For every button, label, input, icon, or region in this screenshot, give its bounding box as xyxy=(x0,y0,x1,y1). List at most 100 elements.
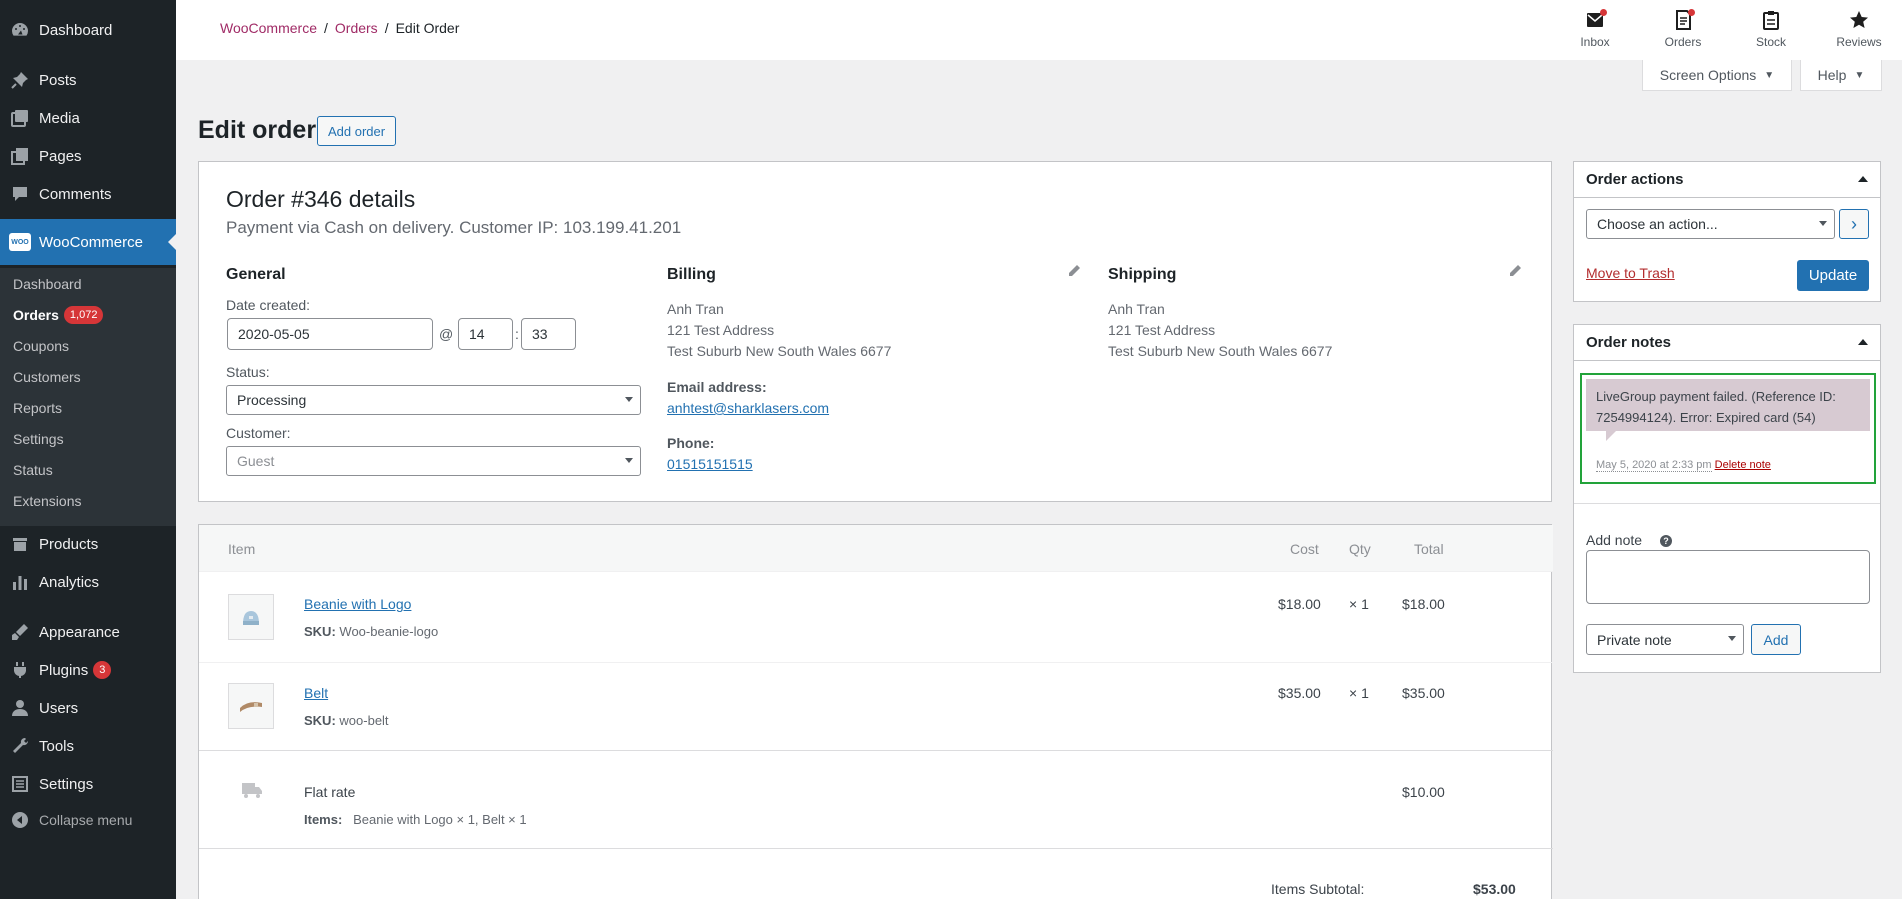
order-details-box: Order #346 details Payment via Cash on d… xyxy=(198,161,1552,502)
breadcrumb-current: Edit Order xyxy=(395,20,460,36)
customer-label: Customer: xyxy=(226,425,291,441)
breadcrumb-woocommerce[interactable]: WooCommerce xyxy=(220,20,317,36)
note-type-select[interactable]: Private note xyxy=(1586,624,1744,655)
status-label: Status: xyxy=(226,364,270,380)
customer-select[interactable]: Guest xyxy=(226,446,641,476)
phone-label: Phone: xyxy=(667,435,715,451)
date-created-label: Date created: xyxy=(226,297,311,313)
edit-shipping-pencil-icon[interactable] xyxy=(1508,264,1522,278)
submenu-item-dashboard[interactable]: Dashboard xyxy=(13,276,82,292)
item-name-link[interactable]: Beanie with Logo xyxy=(304,596,411,612)
colon-separator: : xyxy=(515,326,519,342)
shipping-address: Anh Tran 121 Test Address Test Suburb Ne… xyxy=(1108,301,1333,359)
shipping-total: $10.00 xyxy=(1402,784,1445,800)
breadcrumb-orders[interactable]: Orders xyxy=(335,20,378,36)
inbox-icon xyxy=(1560,9,1630,31)
pages-icon xyxy=(8,144,32,168)
activity-stock[interactable]: Stock xyxy=(1736,9,1806,49)
beanie-thumbnail xyxy=(228,594,274,640)
move-to-trash-link[interactable]: Move to Trash xyxy=(1586,265,1675,281)
email-link[interactable]: anhtest@sharklasers.com xyxy=(667,400,829,416)
products-icon xyxy=(8,532,32,556)
page-title: Edit order xyxy=(198,116,317,144)
menu-item-dashboard[interactable]: Dashboard xyxy=(0,13,176,47)
item-qty: × 1 xyxy=(1349,685,1369,701)
menu-item-plugins[interactable]: Plugins 3 xyxy=(0,653,176,687)
row-divider xyxy=(199,662,1553,663)
item-name-link[interactable]: Belt xyxy=(304,685,328,701)
chevron-down-icon xyxy=(625,397,633,402)
order-notes-header[interactable]: Order notes xyxy=(1574,325,1880,361)
minute-input[interactable]: 33 xyxy=(521,318,576,350)
activity-reviews[interactable]: Reviews xyxy=(1824,9,1894,49)
submenu-item-orders[interactable]: Orders 1,072 xyxy=(13,306,104,324)
orders-icon xyxy=(1648,9,1718,31)
activity-orders[interactable]: Orders xyxy=(1648,9,1718,49)
shipping-items: Items: Beanie with Logo × 1, Belt × 1 xyxy=(304,812,527,827)
add-note-textarea[interactable] xyxy=(1586,550,1870,604)
delete-note-link[interactable]: Delete note xyxy=(1715,459,1771,471)
menu-label: Posts xyxy=(39,71,77,89)
menu-item-pages[interactable]: Pages xyxy=(0,139,176,173)
menu-label: Comments xyxy=(39,185,112,203)
comments-icon xyxy=(8,182,32,206)
menu-item-tools[interactable]: Tools xyxy=(0,729,176,763)
item-sku: SKU: Woo-beanie-logo xyxy=(304,624,439,639)
phone-link[interactable]: 01515151515 xyxy=(667,456,753,472)
items-subtotal-value: $53.00 xyxy=(1473,881,1516,897)
date-created-input[interactable]: 2020-05-05 xyxy=(227,318,433,350)
collapse-icon xyxy=(8,808,32,832)
hour-input[interactable]: 14 xyxy=(458,318,513,350)
apply-action-button[interactable]: › xyxy=(1839,209,1869,239)
collapse-up-icon xyxy=(1858,176,1868,182)
edit-billing-pencil-icon[interactable] xyxy=(1067,264,1081,278)
item-sku: SKU: woo-belt xyxy=(304,713,389,728)
order-title: Order #346 details xyxy=(226,186,416,212)
collapse-menu-button[interactable]: Collapse menu xyxy=(0,803,176,837)
truck-icon xyxy=(241,781,263,799)
woocommerce-header: WooCommerce / Orders / Edit Order Inbox … xyxy=(176,0,1902,60)
users-icon xyxy=(8,696,32,720)
update-button[interactable]: Update xyxy=(1797,260,1869,291)
breadcrumb-separator: / xyxy=(324,20,328,36)
activity-inbox[interactable]: Inbox xyxy=(1560,9,1630,49)
plugins-icon xyxy=(8,658,32,682)
submenu-item-status[interactable]: Status xyxy=(13,462,53,478)
submenu-item-reports[interactable]: Reports xyxy=(13,400,62,416)
order-action-select[interactable]: Choose an action... xyxy=(1586,209,1835,239)
analytics-icon xyxy=(8,570,32,594)
menu-label: Pages xyxy=(39,147,82,165)
note-meta: May 5, 2020 at 2:33 pm Delete note xyxy=(1596,459,1771,472)
menu-item-users[interactable]: Users xyxy=(0,691,176,725)
chevron-down-icon xyxy=(625,458,633,463)
submenu-item-settings[interactable]: Settings xyxy=(13,431,64,447)
submenu-item-extensions[interactable]: Extensions xyxy=(13,493,81,509)
order-actions-box: Order actions Choose an action... › Move… xyxy=(1573,161,1881,302)
add-order-button[interactable]: Add order xyxy=(317,116,397,146)
add-note-button[interactable]: Add xyxy=(1751,624,1801,655)
chevron-down-icon: ▼ xyxy=(1764,69,1775,81)
submenu-item-customers[interactable]: Customers xyxy=(13,369,81,385)
chevron-down-icon xyxy=(1819,221,1827,226)
screen-options-button[interactable]: Screen Options ▼ xyxy=(1642,60,1792,91)
order-actions-header[interactable]: Order actions xyxy=(1574,162,1880,198)
menu-item-comments[interactable]: Comments xyxy=(0,177,176,211)
menu-item-analytics[interactable]: Analytics xyxy=(0,565,176,599)
order-items-box: Item Cost Qty Total Beanie with Logo SKU… xyxy=(198,524,1553,899)
menu-item-products[interactable]: Products xyxy=(0,527,176,561)
help-button[interactable]: Help ▼ xyxy=(1800,60,1882,91)
menu-item-media[interactable]: Media xyxy=(0,101,176,135)
status-select[interactable]: Processing xyxy=(226,385,641,415)
menu-item-posts[interactable]: Posts xyxy=(0,63,176,97)
dashboard-icon xyxy=(8,18,32,42)
help-icon[interactable]: ? xyxy=(1660,535,1672,547)
menu-item-appearance[interactable]: Appearance xyxy=(0,615,176,649)
settings-icon xyxy=(8,772,32,796)
menu-item-settings[interactable]: Settings xyxy=(0,767,176,801)
note-tail xyxy=(1606,431,1616,441)
woocommerce-submenu: Dashboard Orders 1,072 Coupons Customers … xyxy=(0,268,176,526)
submenu-item-coupons[interactable]: Coupons xyxy=(13,338,69,354)
note-date: May 5, 2020 at 2:33 pm xyxy=(1596,459,1712,472)
admin-menu: Dashboard Posts Media Pages Comments WOO… xyxy=(0,0,176,899)
menu-item-woocommerce[interactable]: WOO WooCommerce xyxy=(0,219,176,265)
